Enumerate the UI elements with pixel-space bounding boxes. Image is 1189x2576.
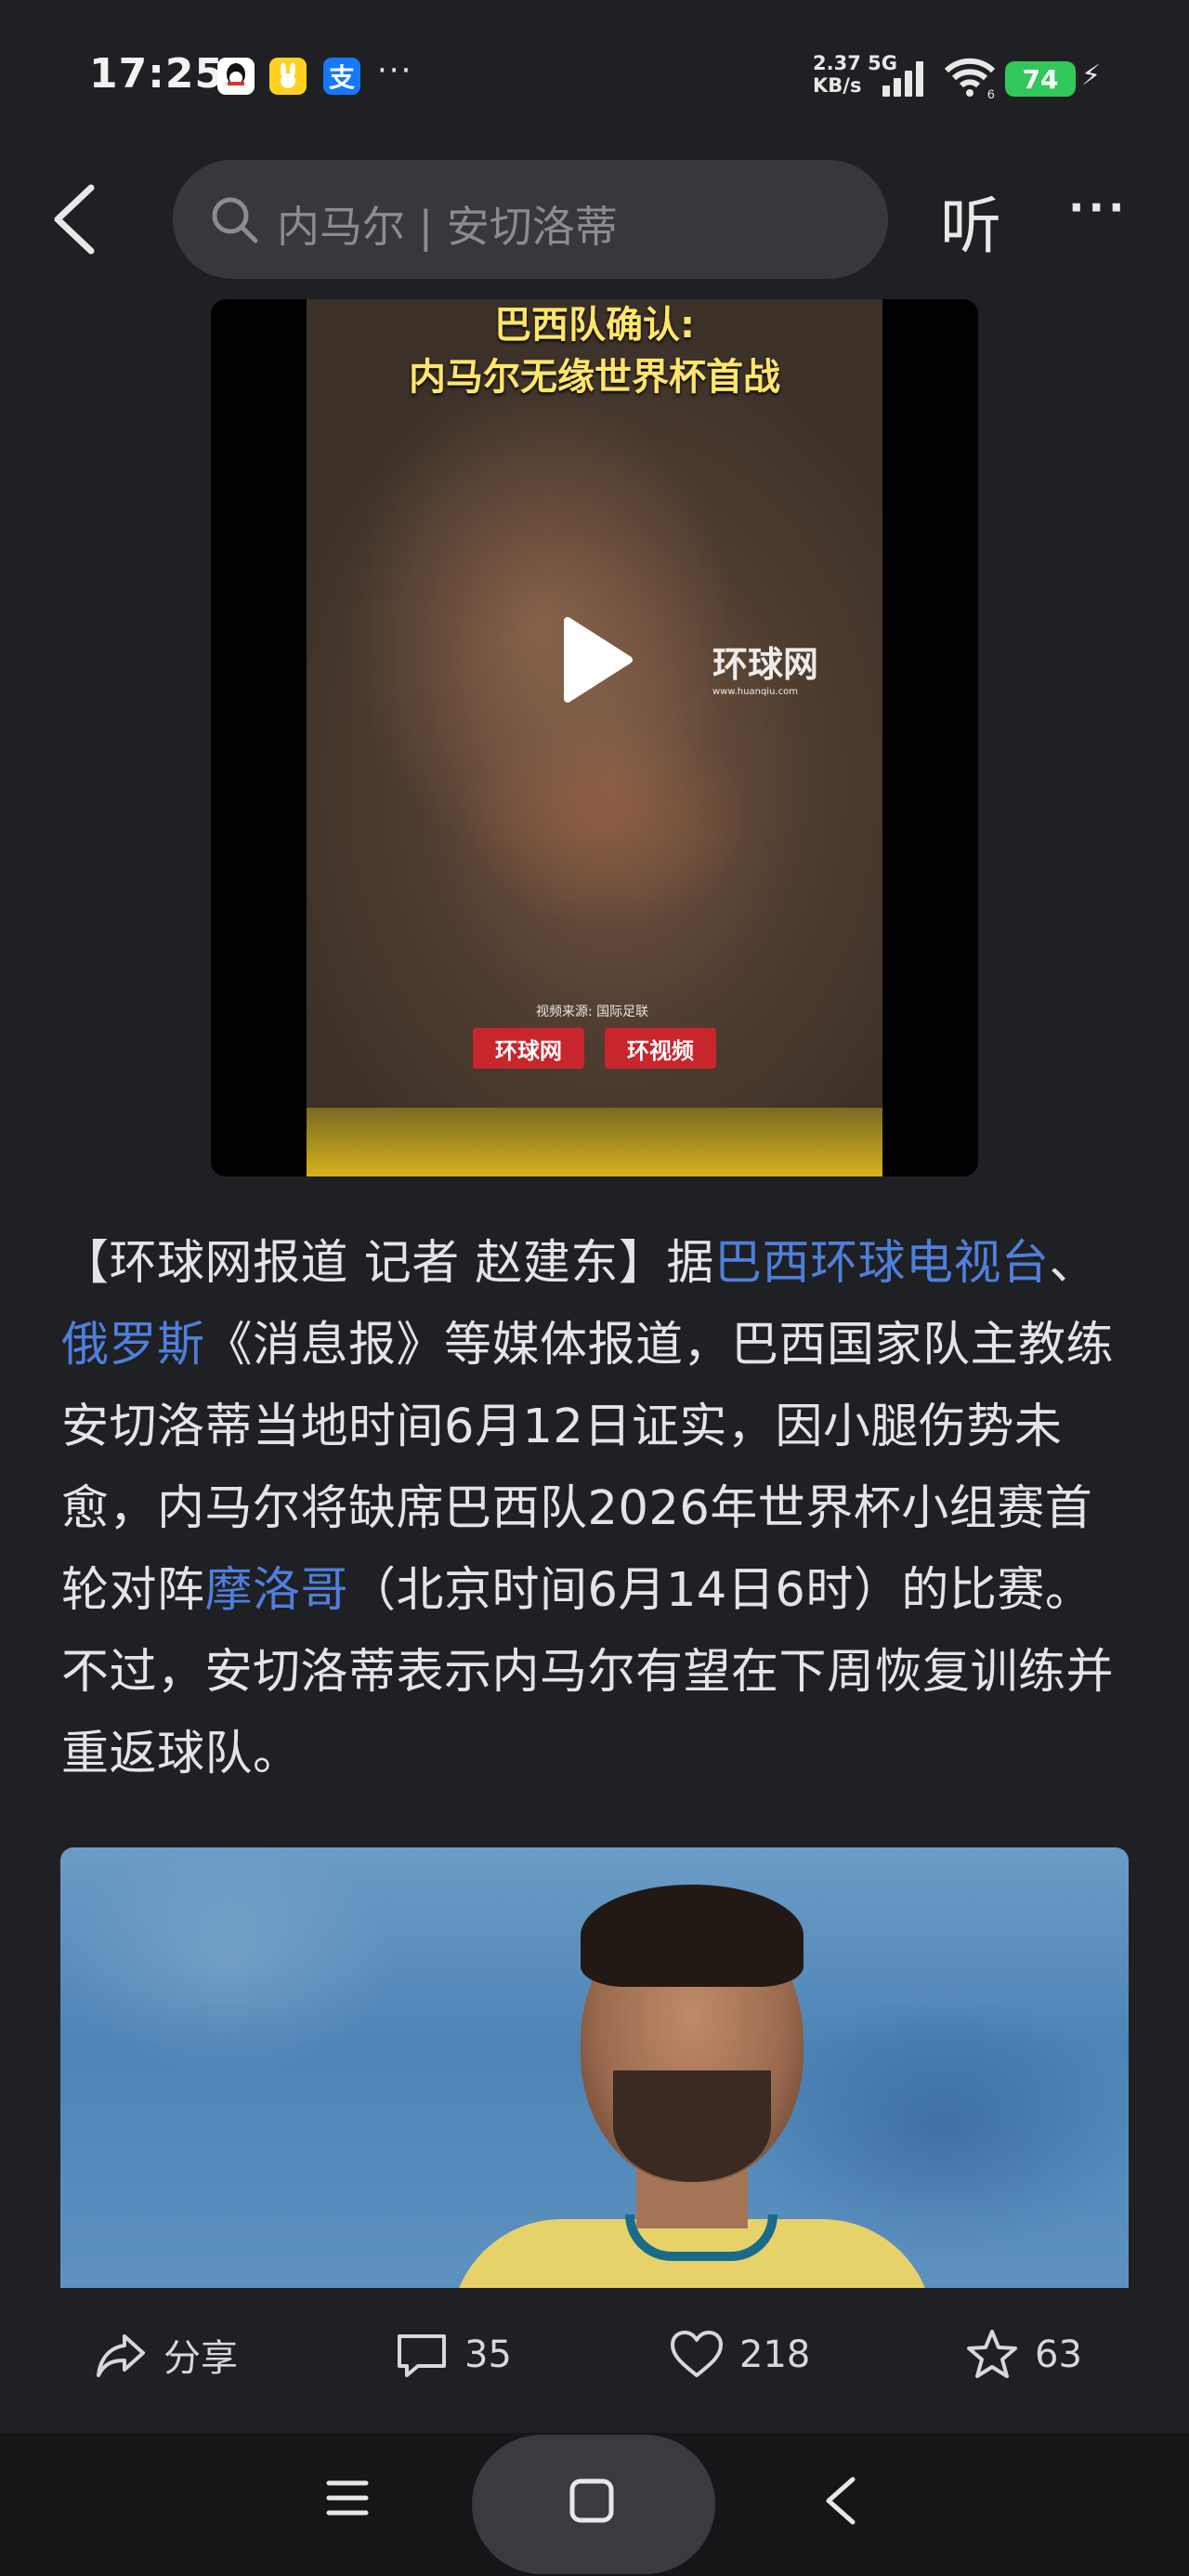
charging-icon: ⚡ <box>1081 59 1102 92</box>
huanqiu-badge: 环球网 <box>473 1028 584 1069</box>
signal-icon <box>882 61 923 97</box>
favorite-button[interactable]: 63 <box>964 2325 1082 2385</box>
heart-icon <box>671 2331 723 2377</box>
clock: 17:25 <box>89 50 225 98</box>
video-thumbnail <box>307 299 882 1176</box>
like-button[interactable]: 218 <box>669 2325 810 2385</box>
qq-icon <box>217 58 255 95</box>
home-icon[interactable] <box>568 2477 615 2524</box>
svg-text:6: 6 <box>987 86 995 99</box>
link-brazil-tv[interactable]: 巴西环球电视台 <box>714 1236 1050 1291</box>
article-body: 【环球网报道 记者 赵建东】据巴西环球电视台、俄罗斯《消息报》等媒体报道，巴西国… <box>61 1223 1139 1795</box>
photo-hair <box>581 1885 804 1987</box>
rabbit-app-icon <box>269 58 307 95</box>
video-jersey <box>307 1108 882 1176</box>
star-icon <box>967 2330 1017 2378</box>
photo-beard <box>613 2070 771 2182</box>
search-icon <box>212 197 258 243</box>
article-text: 、 <box>1049 1236 1097 1291</box>
back-icon[interactable] <box>50 182 98 256</box>
wifi-icon: 6 <box>944 58 996 99</box>
article-text: 【环球网报道 记者 赵建东】据 <box>61 1236 714 1291</box>
listen-button[interactable]: 听 <box>940 177 1001 266</box>
like-count: 218 <box>739 2333 811 2376</box>
more-notifications-icon: ··· <box>377 52 413 89</box>
comment-count: 35 <box>464 2333 512 2376</box>
link-russia[interactable]: 俄罗斯 <box>61 1318 205 1373</box>
nav-back-icon[interactable] <box>821 2476 858 2526</box>
share-icon <box>97 2334 145 2377</box>
video-player[interactable]: 巴西队确认: 内马尔无缘世界杯首战 环球网 www.huanqiu.com 视频… <box>211 299 978 1176</box>
search-bar[interactable]: 内马尔 | 安切洛蒂 <box>173 160 888 279</box>
article-photo[interactable] <box>60 1847 1129 2288</box>
comment-icon <box>398 2334 446 2377</box>
alipay-icon: 支 <box>323 58 360 95</box>
search-input[interactable]: 内马尔 | 安切洛蒂 <box>277 193 618 255</box>
menu-icon[interactable] <box>325 2476 370 2520</box>
photo-collar <box>625 2215 777 2261</box>
status-bar: 17:25 支 ··· 2.37 5G KB/s 6 74 ⚡ <box>0 0 1189 149</box>
video-title-overlay: 巴西队确认: 内马尔无缘世界杯首战 <box>409 304 780 399</box>
video-source: 视频来源: 国际足联 <box>536 1005 649 1019</box>
battery-indicator: 74 <box>1005 61 1076 97</box>
share-button[interactable]: 分享 <box>93 2325 238 2385</box>
huanshipin-badge: 环视频 <box>605 1028 716 1069</box>
share-label: 分享 <box>163 2337 238 2380</box>
play-icon[interactable] <box>560 615 634 704</box>
action-bar: 分享 35 218 63 <box>0 2288 1189 2427</box>
favorite-count: 63 <box>1035 2333 1082 2376</box>
huanqiu-watermark: 环球网 www.huanqiu.com <box>712 644 819 697</box>
more-menu-icon[interactable]: ··· <box>1068 182 1128 232</box>
comment-button[interactable]: 35 <box>394 2325 512 2385</box>
link-morocco[interactable]: 摩洛哥 <box>205 1563 349 1618</box>
